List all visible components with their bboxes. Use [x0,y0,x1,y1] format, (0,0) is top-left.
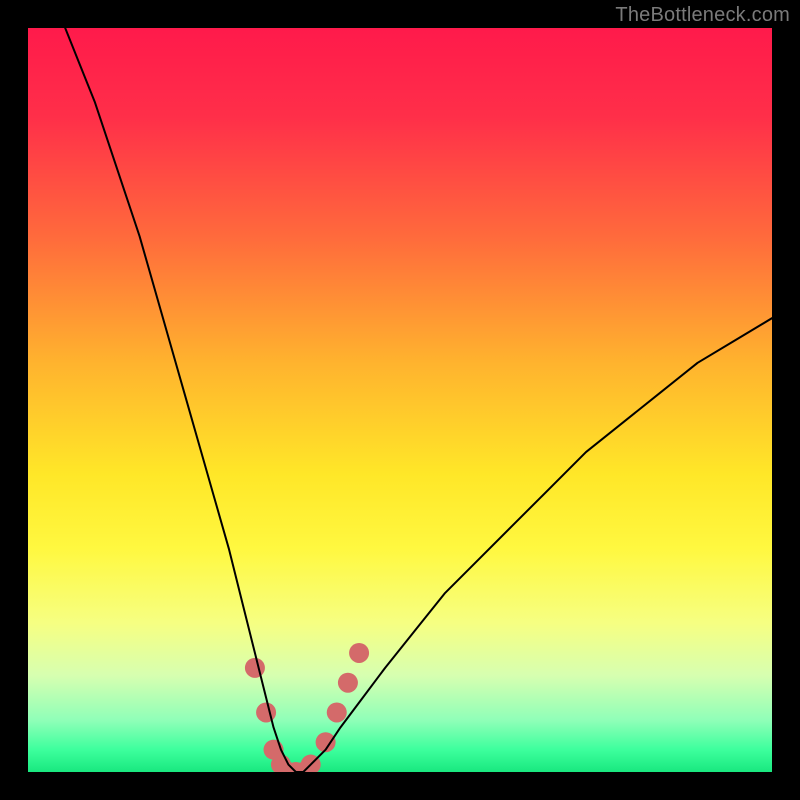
chart-area [28,28,772,772]
marker-dot [327,702,347,722]
gradient-background [28,28,772,772]
watermark-text: TheBottleneck.com [615,4,790,27]
outer-frame: TheBottleneck.com [0,0,800,800]
marker-dot [256,702,276,722]
chart-svg [28,28,772,772]
marker-dot [349,643,369,663]
marker-dot [338,673,358,693]
marker-dot [245,658,265,678]
